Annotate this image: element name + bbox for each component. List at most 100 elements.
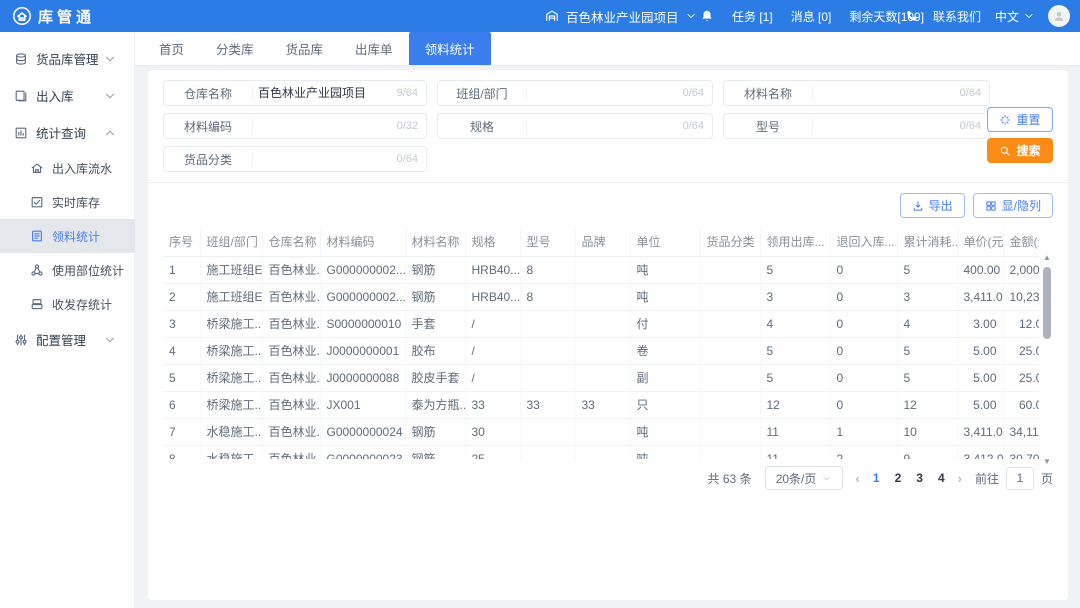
table-cell: 胶皮手套 <box>405 364 465 391</box>
page-unit-label: 页 <box>1041 470 1053 487</box>
page-number-1[interactable]: 1 <box>873 471 880 485</box>
contact-us-link[interactable]: 联系我们 <box>933 8 981 25</box>
table-cell: 10,233.00 <box>1003 283 1039 310</box>
field-input[interactable] <box>812 118 956 134</box>
sidebar-subitem-label: 使用部位统计 <box>52 262 124 279</box>
table-cell: / <box>465 364 520 391</box>
show-hide-columns-button[interactable]: 显/隐列 <box>973 193 1053 218</box>
vertical-scrollbar: ▲ ▼ <box>1041 254 1053 466</box>
sidebar-item[interactable]: 货品库管理 <box>0 40 135 77</box>
field-input[interactable]: 百色林业产业园项目 <box>252 85 393 101</box>
messages-link[interactable]: 消息 [0] <box>791 8 832 25</box>
search-button[interactable]: 搜索 <box>987 138 1053 163</box>
table-cell: 5.00 <box>957 337 1003 364</box>
sidebar-item[interactable]: 统计查询 <box>0 114 135 151</box>
table-cell: 钢筋 <box>405 256 465 283</box>
table-cell: 12 <box>897 391 957 418</box>
sidebar-item[interactable]: 配置管理 <box>0 321 135 358</box>
table-cell: 0 <box>830 310 897 337</box>
chevron-down-icon <box>103 89 117 103</box>
export-button[interactable]: 导出 <box>900 193 965 218</box>
table-cell: 3 <box>897 283 957 310</box>
table-cell: 2,000.00 <box>1003 256 1039 283</box>
table-cell: 0 <box>830 256 897 283</box>
goods-warehouse-icon <box>14 52 28 66</box>
topbar: 库管通 百色林业产业园项目 任务 [1] 消息 [0] 剩余天数[109] 联系… <box>0 0 1080 32</box>
table-row: 1施工班组E百色林业...G000000002...钢筋HRB40...8吨50… <box>163 256 1039 283</box>
table-cell <box>700 337 760 364</box>
table-cell: 8 <box>520 256 575 283</box>
form-grid: 仓库名称百色林业产业园项目9/64班组/部门0/64材料名称0/64材料编码0/… <box>163 80 967 172</box>
table-cell: 钢筋 <box>405 418 465 445</box>
page-size-select[interactable]: 20条/页 <box>765 466 843 490</box>
columns-button-label: 显/隐列 <box>1002 197 1041 214</box>
table-cell: 8 <box>520 283 575 310</box>
table-row: 2施工班组E百色林业...G000000002...钢筋HRB40...8吨30… <box>163 283 1039 310</box>
goto-page: 前往 页 <box>975 467 1053 490</box>
tab-4[interactable]: 出库单 <box>339 32 409 65</box>
sidebar-subitem[interactable]: 使用部位统计 <box>0 253 135 287</box>
page-number-4[interactable]: 4 <box>938 471 945 485</box>
language-selector[interactable]: 中文 <box>995 8 1034 25</box>
table-cell: 5 <box>897 364 957 391</box>
topbar-right-group: 联系我们 中文 <box>905 0 1070 32</box>
tasks-link[interactable]: 任务 [1] <box>732 8 773 25</box>
columns-grid-icon <box>985 200 997 212</box>
table-cell: 9 <box>897 445 957 459</box>
scroll-up-arrow[interactable]: ▲ <box>1043 254 1051 262</box>
sidebar-item-label: 货品库管理 <box>36 49 99 68</box>
table-cell: 泰为方瓶... <box>405 391 465 418</box>
page-number-2[interactable]: 2 <box>895 471 902 485</box>
table-cell: 25.00 <box>1003 337 1039 364</box>
avatar[interactable] <box>1048 5 1070 27</box>
table-cell: 25.00 <box>1003 364 1039 391</box>
table-header-row: 序号班组/部门仓库名称材料编码材料名称规格型号品牌单位货品分类领用出库...退回… <box>163 228 1039 256</box>
field-input[interactable] <box>252 118 393 134</box>
table-cell: 34,110.00 <box>1003 418 1039 445</box>
table-cell: 百色林业... <box>262 256 320 283</box>
table-cell: 12 <box>760 391 830 418</box>
field-input[interactable] <box>812 85 956 101</box>
page-numbers: 1 23 4 <box>873 471 945 485</box>
table-cell: 5 <box>760 337 830 364</box>
sidebar-subitem[interactable]: 出入库流水 <box>0 151 135 185</box>
sidebar-item[interactable]: 出入库 <box>0 77 135 114</box>
table-viewport: 序号班组/部门仓库名称材料编码材料名称规格型号品牌单位货品分类领用出库...退回… <box>163 228 1039 459</box>
table-cell: 胶布 <box>405 337 465 364</box>
table-row: 4桥梁施工...百色林业...J0000000001胶布/卷5055.0025.… <box>163 337 1039 364</box>
table-cell: 4 <box>163 337 200 364</box>
tab-5[interactable]: 领料统计 <box>409 32 491 65</box>
scroll-down-arrow[interactable]: ▼ <box>1043 458 1051 466</box>
export-icon <box>912 200 924 212</box>
reset-button[interactable]: 重置 <box>987 107 1053 132</box>
scrollbar-thumb[interactable] <box>1043 267 1051 339</box>
field-input[interactable] <box>526 118 679 134</box>
table-cell: G000000002... <box>320 283 405 310</box>
table-cell: / <box>465 310 520 337</box>
tab-2[interactable]: 分类库 <box>200 32 270 65</box>
goto-page-input[interactable] <box>1006 467 1034 490</box>
column-header: 规格 <box>465 228 520 256</box>
field-input[interactable] <box>526 85 679 101</box>
content-panel: 仓库名称百色林业产业园项目9/64班组/部门0/64材料名称0/64材料编码0/… <box>148 70 1068 600</box>
next-page-arrow[interactable]: › <box>958 471 962 486</box>
sidebar-subitem[interactable]: 领料统计 <box>0 219 135 253</box>
tab-3[interactable]: 货品库 <box>270 32 340 65</box>
sidebar-subitem[interactable]: 收发存统计 <box>0 287 135 321</box>
table-cell: 钢筋 <box>405 445 465 459</box>
sidebar: 货品库管理出入库统计查询出入库流水实时库存领料统计使用部位统计收发存统计配置管理 <box>0 32 135 608</box>
page-number-3[interactable]: 3 <box>916 471 923 485</box>
tab-1[interactable]: 首页 <box>143 32 200 65</box>
field-input[interactable] <box>252 151 393 167</box>
table-cell <box>575 283 630 310</box>
warehouse-icon <box>545 9 559 23</box>
project-selector[interactable]: 百色林业产业园项目 <box>545 0 696 32</box>
config-icon <box>14 333 28 347</box>
form-field: 货品分类0/64 <box>163 146 427 172</box>
search-form: 仓库名称百色林业产业园项目9/64班组/部门0/64材料名称0/64材料编码0/… <box>163 80 1053 172</box>
prev-page-arrow[interactable]: ‹ <box>856 471 860 486</box>
table-cell: 400.00 <box>957 256 1003 283</box>
bell-icon[interactable] <box>700 9 714 23</box>
sidebar-subitem[interactable]: 实时库存 <box>0 185 135 219</box>
table-cell: J0000000001 <box>320 337 405 364</box>
